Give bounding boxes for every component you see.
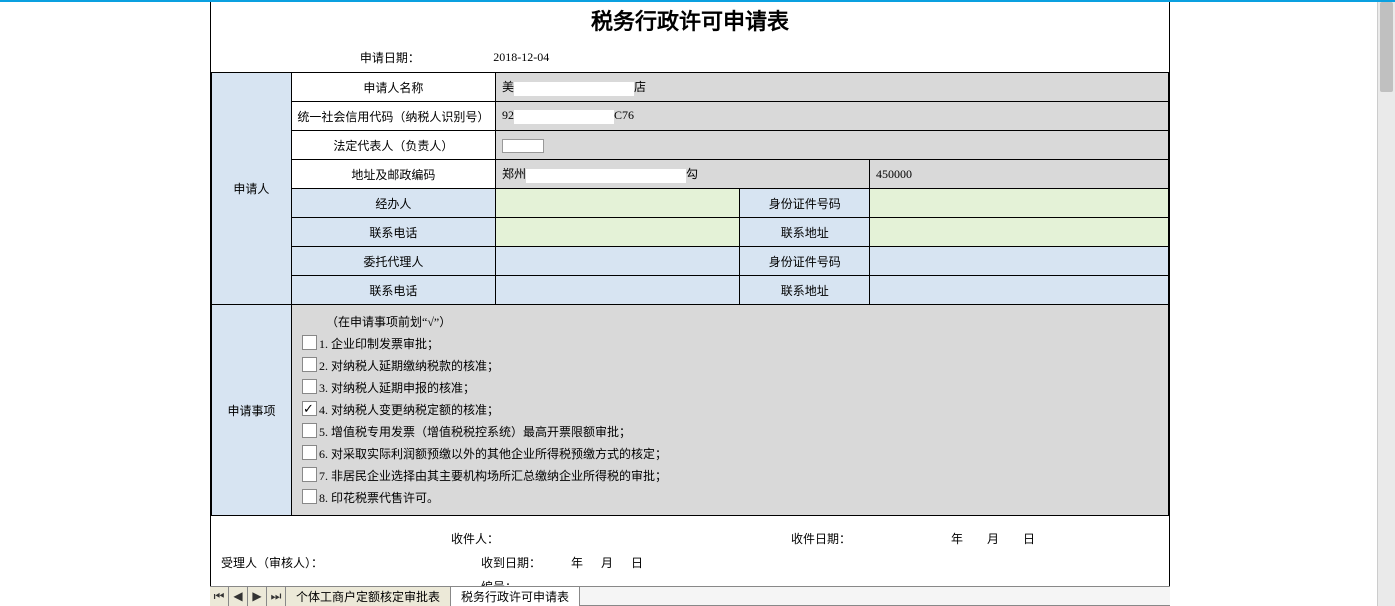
address-suffix: 勾 bbox=[686, 167, 698, 181]
address-label: 地址及邮政编码 bbox=[291, 160, 495, 189]
handler-phone-label: 联系电话 bbox=[291, 218, 495, 247]
tab-quota-approval[interactable]: 个体工商户定额核定审批表 bbox=[286, 587, 451, 606]
tab-nav-first-icon[interactable]: ⏮ bbox=[210, 587, 229, 606]
tab-tax-permit-application[interactable]: 税务行政许可申请表 bbox=[451, 587, 580, 606]
items-section-header: 申请事项 bbox=[212, 305, 292, 516]
applicant-name-suffix: 店 bbox=[634, 80, 646, 94]
redacted-block bbox=[514, 110, 614, 124]
handler-contact-addr-value[interactable] bbox=[870, 218, 1169, 247]
agent-addr-label: 联系地址 bbox=[740, 276, 870, 305]
handler-value[interactable] bbox=[495, 189, 739, 218]
credit-code-label: 统一社会信用代码（纳税人识别号） bbox=[291, 102, 495, 131]
item-number: 1. bbox=[319, 337, 328, 351]
arrive-date-parts: 年 月 日 bbox=[571, 554, 643, 571]
recipient-label: 收件人： bbox=[451, 530, 791, 547]
tab-nav-next-icon[interactable]: ▶ bbox=[248, 587, 267, 606]
item-label: 对纳税人变更纳税定额的核准； bbox=[331, 403, 499, 417]
applicant-table: 申请人 申请人名称 美店 统一社会信用代码（纳税人识别号） 92C76 法定代表… bbox=[211, 72, 1169, 305]
item-row: 7. 非居民企业选择由其主要机构场所汇总缴纳企业所得税的审批； bbox=[302, 465, 1158, 487]
vertical-scrollbar[interactable] bbox=[1377, 2, 1395, 606]
checkbox-item-3[interactable] bbox=[302, 379, 317, 394]
recv-date-parts: 年 月 日 bbox=[951, 530, 1035, 547]
tab-label: 税务行政许可申请表 bbox=[461, 588, 569, 605]
item-label: 印花税票代售许可。 bbox=[331, 491, 439, 505]
item-row: 6. 对采取实际利润额预缴以外的其他企业所得税预缴方式的核定； bbox=[302, 443, 1158, 465]
handler-id-value[interactable] bbox=[870, 189, 1169, 218]
item-row: 4. 对纳税人变更纳税定额的核准； bbox=[302, 399, 1158, 421]
items-hint: （在申请事项前划“√”） bbox=[302, 311, 1158, 333]
item-number: 7. bbox=[319, 469, 328, 483]
redacted-block bbox=[526, 169, 686, 183]
item-label: 增值税专用发票（增值税税控系统）最高开票限额审批； bbox=[331, 425, 631, 439]
credit-code-prefix: 92 bbox=[502, 108, 514, 122]
redacted-block bbox=[502, 139, 544, 153]
application-date-label: 申请日期： bbox=[290, 42, 489, 72]
checkbox-item-5[interactable] bbox=[302, 423, 317, 438]
agent-id-label: 身份证件号码 bbox=[740, 247, 870, 276]
item-label: 对纳税人延期缴纳税款的核准； bbox=[331, 359, 499, 373]
application-date-value: 2018-12-04 bbox=[489, 42, 1169, 72]
handler-id-label: 身份证件号码 bbox=[740, 189, 870, 218]
credit-code-value: 92 C76 bbox=[495, 102, 1168, 131]
agent-phone-label: 联系电话 bbox=[291, 276, 495, 305]
form-sheet: 税务行政许可申请表 申请日期： 2018-12-04 申请人 申请人名称 美店 bbox=[210, 2, 1170, 606]
applicant-name-label: 申请人名称 bbox=[291, 73, 495, 102]
applicant-section-header: 申请人 bbox=[212, 73, 292, 305]
postal-code-value: 450000 bbox=[870, 160, 1169, 189]
recv-date-label: 收件日期： bbox=[791, 530, 951, 547]
sheet-tab-bar: ⏮ ◀ ▶ ⏭ 个体工商户定额核定审批表 税务行政许可申请表 bbox=[210, 586, 1170, 606]
items-table: 申请事项 （在申请事项前划“√”） 1. 企业印制发票审批； 2. 对纳税人延期… bbox=[211, 305, 1169, 516]
item-row: 5. 增值税专用发票（增值税税控系统）最高开票限额审批； bbox=[302, 421, 1158, 443]
viewport: 税务行政许可申请表 申请日期： 2018-12-04 申请人 申请人名称 美店 bbox=[0, 0, 1395, 606]
applicant-name-prefix: 美 bbox=[502, 80, 514, 94]
reviewer-label: 受理人（审核人）： bbox=[221, 554, 481, 571]
agent-phone-value bbox=[495, 276, 739, 305]
item-number: 4. bbox=[319, 403, 328, 417]
item-label: 对采取实际利润额预缴以外的其他企业所得税预缴方式的核定； bbox=[331, 447, 667, 461]
applicant-name-value: 美店 bbox=[495, 73, 1168, 102]
item-number: 2. bbox=[319, 359, 328, 373]
tab-nav-prev-icon[interactable]: ◀ bbox=[229, 587, 248, 606]
tab-label: 个体工商户定额核定审批表 bbox=[296, 588, 440, 605]
item-number: 6. bbox=[319, 447, 328, 461]
agent-label: 委托代理人 bbox=[291, 247, 495, 276]
redacted-block bbox=[514, 82, 634, 96]
tab-nav-last-icon[interactable]: ⏭ bbox=[267, 587, 286, 606]
item-label: 非居民企业选择由其主要机构场所汇总缴纳企业所得税的审批； bbox=[331, 469, 667, 483]
item-label: 企业印制发票审批； bbox=[331, 337, 439, 351]
address-value: 郑州 勾 bbox=[495, 160, 869, 189]
item-row: 1. 企业印制发票审批； bbox=[302, 333, 1158, 355]
item-row: 2. 对纳税人延期缴纳税款的核准； bbox=[302, 355, 1158, 377]
agent-value bbox=[495, 247, 739, 276]
item-label: 对纳税人延期申报的核准； bbox=[331, 381, 475, 395]
checkbox-item-2[interactable] bbox=[302, 357, 317, 372]
items-list-cell: （在申请事项前划“√”） 1. 企业印制发票审批； 2. 对纳税人延期缴纳税款的… bbox=[292, 305, 1169, 516]
address-prefix: 郑州 bbox=[502, 167, 526, 181]
arrive-date-label: 收到日期： bbox=[481, 554, 571, 571]
item-row: 3. 对纳税人延期申报的核准； bbox=[302, 377, 1158, 399]
item-number: 8. bbox=[319, 491, 328, 505]
handler-contact-addr-label: 联系地址 bbox=[740, 218, 870, 247]
handler-phone-value[interactable] bbox=[495, 218, 739, 247]
scrollbar-thumb[interactable] bbox=[1380, 2, 1393, 92]
item-number: 5. bbox=[319, 425, 328, 439]
agent-addr-value bbox=[870, 276, 1169, 305]
checkbox-item-7[interactable] bbox=[302, 467, 317, 482]
page-title: 税务行政许可申请表 bbox=[211, 2, 1169, 42]
checkbox-item-8[interactable] bbox=[302, 489, 317, 504]
legal-rep-label: 法定代表人（负责人） bbox=[291, 131, 495, 160]
agent-id-value bbox=[870, 247, 1169, 276]
checkbox-item-1[interactable] bbox=[302, 335, 317, 350]
item-number: 3. bbox=[319, 381, 328, 395]
item-row: 8. 印花税票代售许可。 bbox=[302, 487, 1158, 509]
credit-code-suffix: C76 bbox=[614, 108, 634, 122]
handler-label: 经办人 bbox=[291, 189, 495, 218]
checkbox-item-4[interactable] bbox=[302, 401, 317, 416]
date-row-table: 申请日期： 2018-12-04 bbox=[211, 42, 1169, 72]
checkbox-item-6[interactable] bbox=[302, 445, 317, 460]
legal-rep-value bbox=[495, 131, 1168, 160]
